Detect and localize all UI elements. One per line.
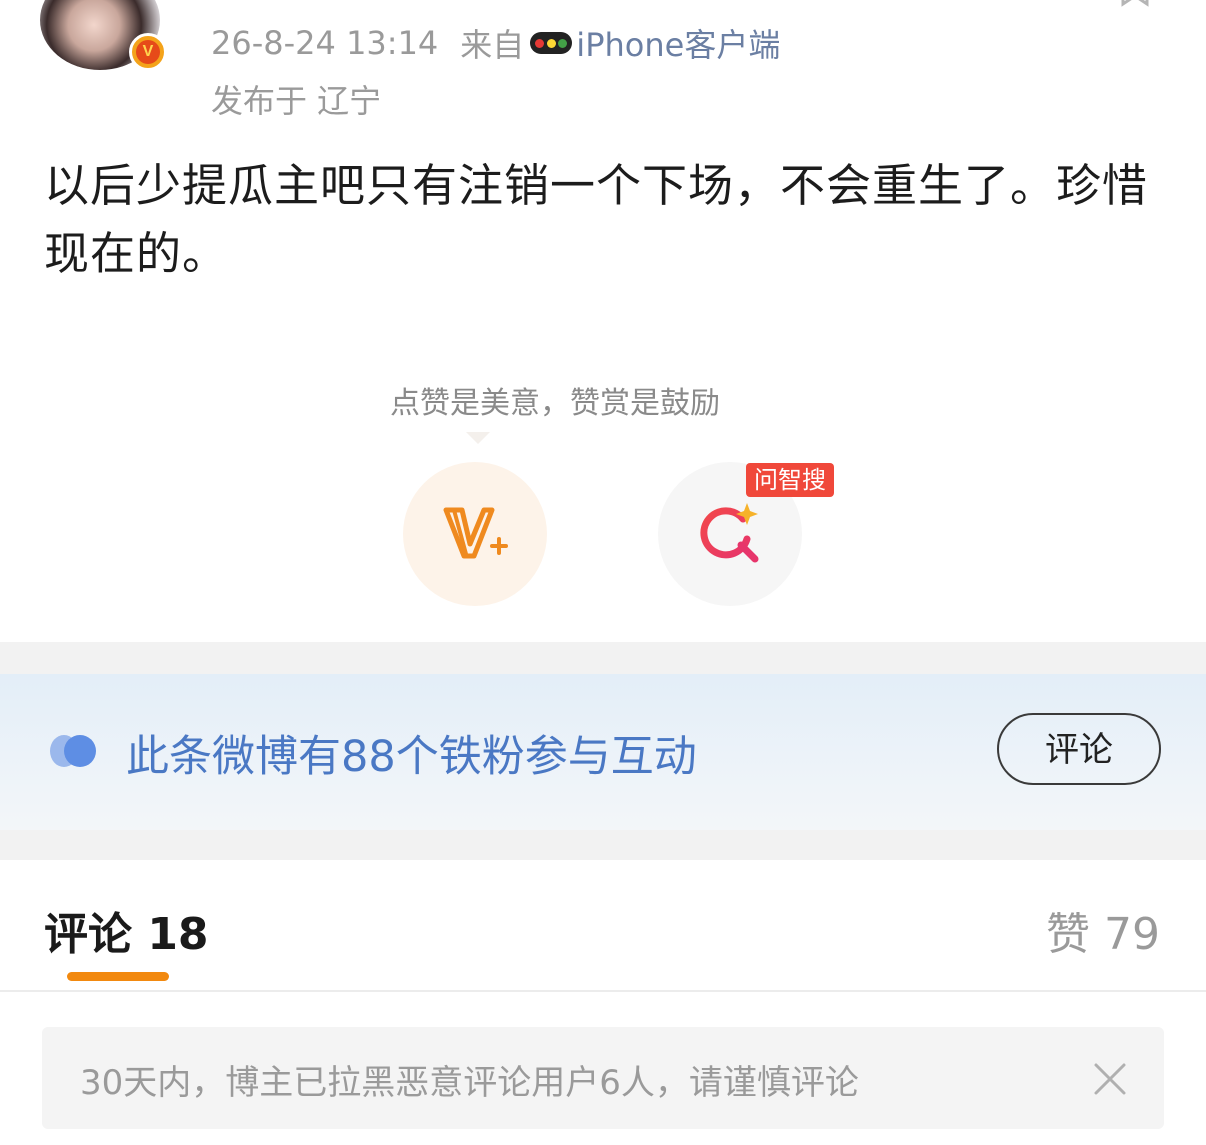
tab-comments[interactable]: 评论 18 xyxy=(44,898,209,962)
tab-likes[interactable]: 赞 79 xyxy=(1046,898,1160,962)
reward-tip: 点赞是美意，赞赏是鼓励 xyxy=(390,386,720,421)
ai-search-icon xyxy=(700,503,759,563)
post-text: 以后少提瓜主吧只有注销一个下场，不会重生了。珍惜现在的。 xyxy=(44,159,1149,280)
verified-badge-icon: V xyxy=(129,33,167,71)
post-location: 发布于 辽宁 xyxy=(211,82,382,120)
client-link[interactable]: iPhone客户端 xyxy=(576,20,780,66)
post-timestamp: 26-8-24 13:14 xyxy=(211,24,439,62)
active-tab-indicator xyxy=(67,972,169,981)
source-prefix: 来自 xyxy=(460,26,525,64)
block-notice-text: 30天内，博主已拉黑恶意评论用户6人，请谨慎评论 xyxy=(80,1063,859,1103)
fans-interaction-text[interactable]: 此条微博有88个铁粉参与互动 xyxy=(126,722,697,784)
traffic-light-icon xyxy=(530,32,573,54)
ai-search-badge: 问智搜 xyxy=(746,463,834,497)
v-plus-icon xyxy=(443,507,508,559)
close-icon[interactable] xyxy=(1093,1062,1127,1096)
section-divider xyxy=(0,642,1206,674)
bookmark-icon[interactable] xyxy=(1120,0,1150,10)
weibo-post-page: V 26-8-24 13:14 来自 iPhone客户端 发布于 辽宁 以后少提… xyxy=(0,0,1206,1145)
divider xyxy=(0,990,1206,992)
section-divider xyxy=(0,830,1206,860)
fans-icon xyxy=(50,735,96,767)
tip-caret xyxy=(466,432,490,444)
reward-button[interactable] xyxy=(403,462,547,606)
post-meta: 26-8-24 13:14 来自 iPhone客户端 xyxy=(211,22,780,64)
verified-badge-label: V xyxy=(136,40,160,64)
comment-button[interactable]: 评论 xyxy=(997,713,1161,785)
